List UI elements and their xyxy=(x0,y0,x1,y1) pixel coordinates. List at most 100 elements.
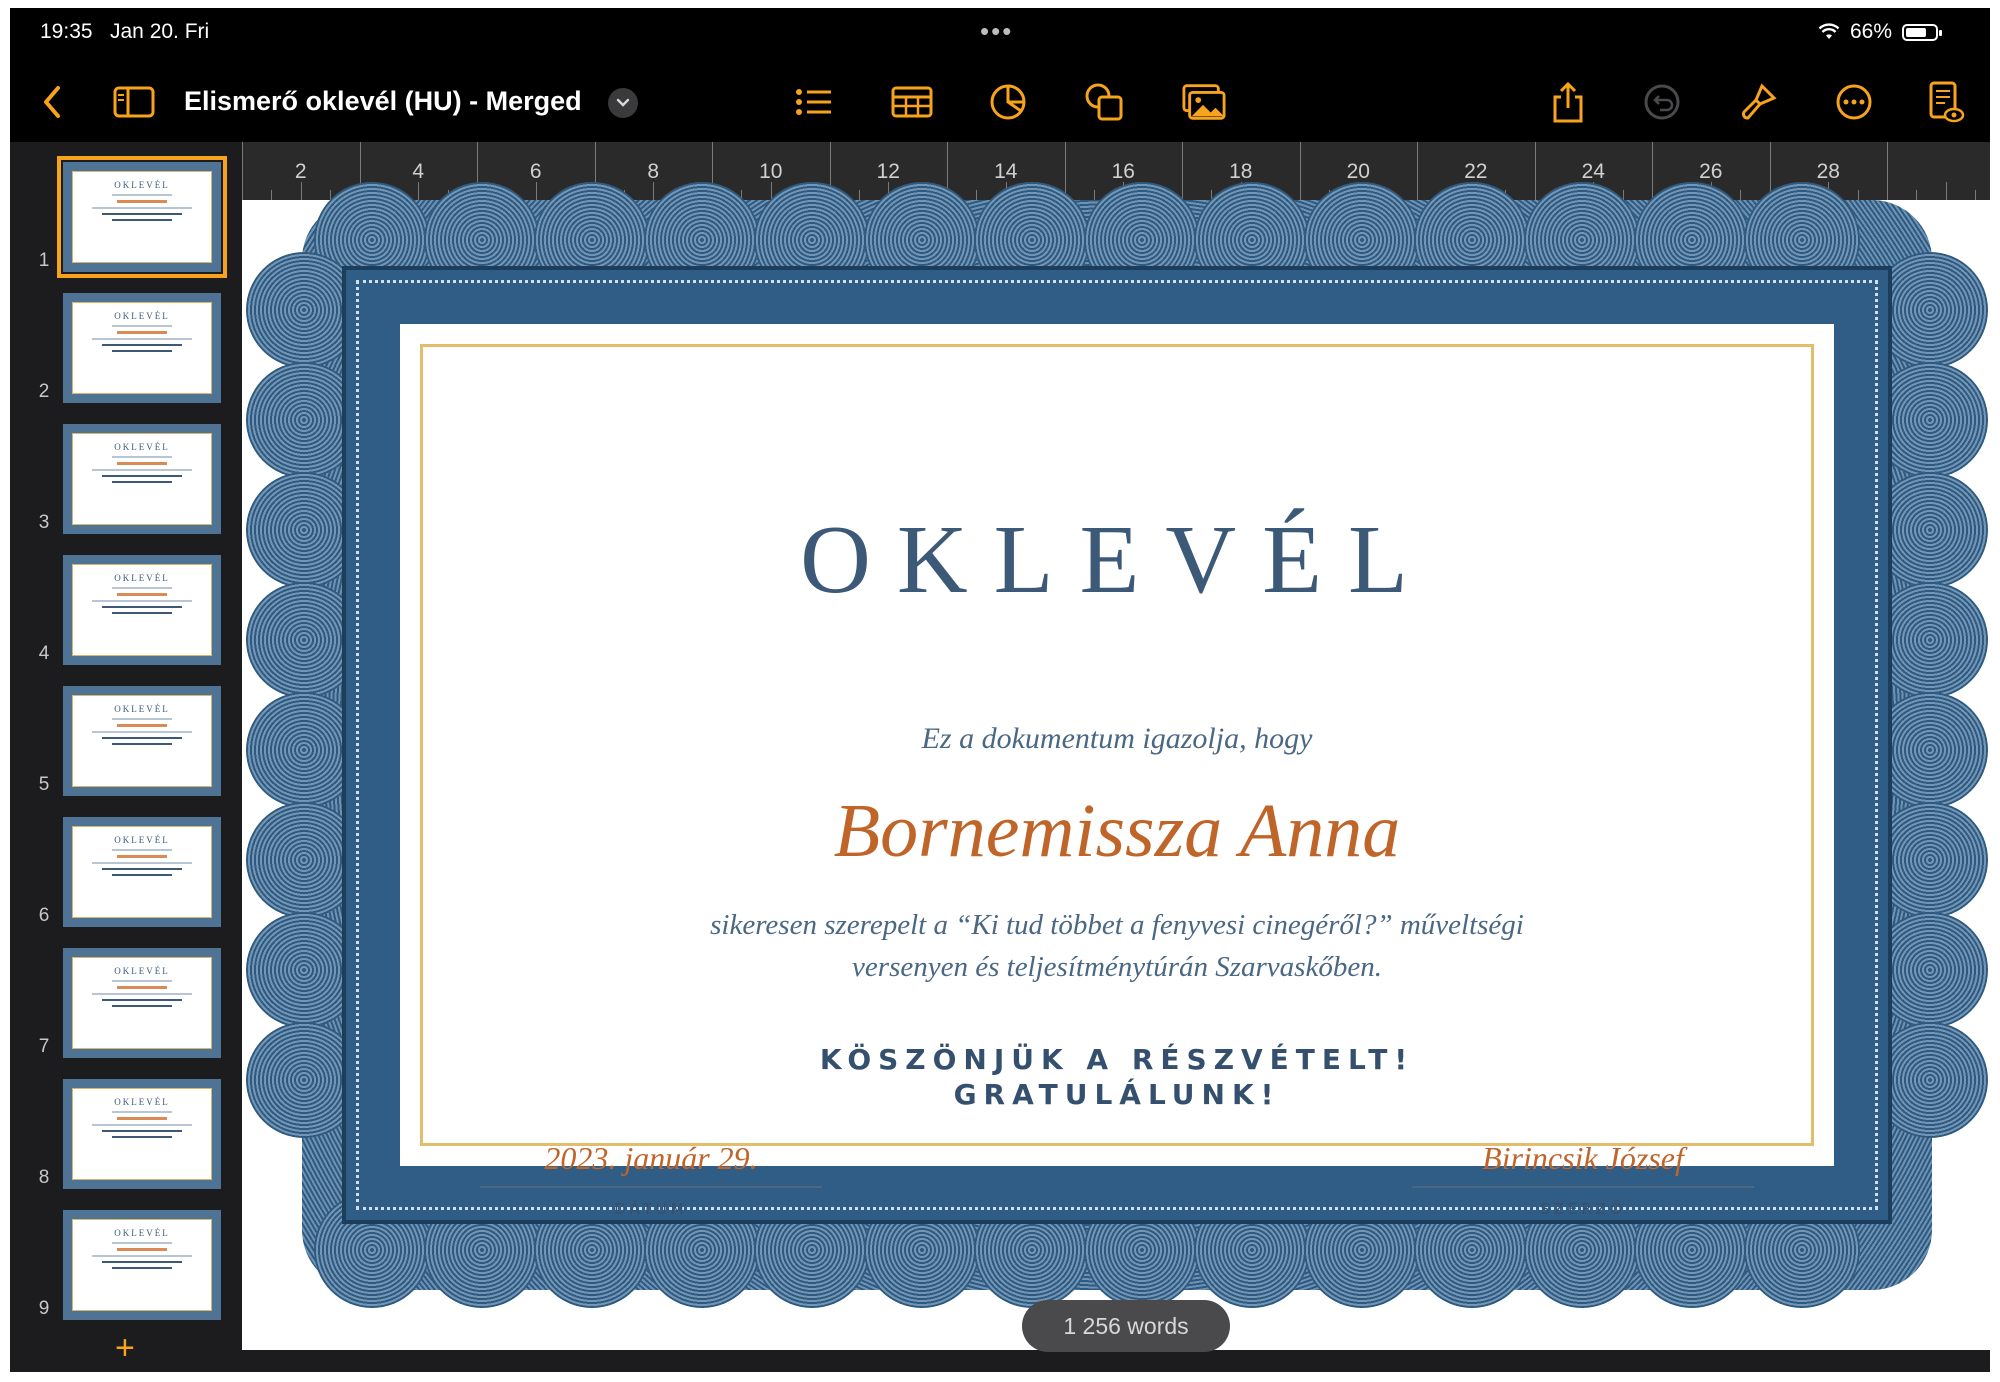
page-thumbnail[interactable]: OKLEVÉL xyxy=(57,156,227,278)
certificate-thanks[interactable]: KÖSZÖNJÜK A RÉSZVÉTELT! GRATULÁLUNK! xyxy=(400,1042,1834,1112)
page-thumbnail-row[interactable]: OKLEVÉL 3 xyxy=(10,424,242,536)
ruler-tick xyxy=(535,182,537,200)
ruler-label: 20 xyxy=(1346,160,1370,183)
thumbnail-text-line xyxy=(117,855,167,858)
page-thumbnail[interactable]: OKLEVÉL xyxy=(63,1210,221,1320)
ruler-label: 8 xyxy=(647,160,660,183)
page-thumbnail[interactable]: OKLEVÉL xyxy=(63,817,221,927)
shape-insert-icon[interactable] xyxy=(1082,80,1126,124)
certificate-intro[interactable]: Ez a dokumentum igazolja, hogy xyxy=(400,722,1834,756)
date-value: 2023. január 29. xyxy=(544,1140,758,1176)
thumbnail-text-line xyxy=(112,219,172,221)
date-line xyxy=(480,1186,822,1188)
thumbnail-text-line xyxy=(112,456,172,458)
thumbnail-text-line xyxy=(102,344,182,346)
certificate-title[interactable]: OKLEVÉL xyxy=(400,504,1834,616)
page-thumbnail[interactable]: OKLEVÉL xyxy=(63,948,221,1058)
page-number: 5 xyxy=(38,774,50,795)
battery-icon xyxy=(1902,23,1942,41)
thumbnail-text-line xyxy=(102,1261,182,1263)
thumbnail-text-line xyxy=(102,606,182,608)
body-line-1: sikeresen szerepelt a “Ki tud többet a f… xyxy=(710,909,1524,941)
date-signature-block[interactable]: 2023. január 29. DÁTUM xyxy=(480,1140,822,1218)
ruler-label: 6 xyxy=(529,160,542,183)
ruler-label: 4 xyxy=(412,160,425,183)
wifi-icon xyxy=(1818,23,1840,39)
thumbnail-text-line xyxy=(117,462,167,465)
thumbnail-title: OKLEVÉL xyxy=(114,1228,170,1238)
ruler-label: 2 xyxy=(294,160,307,183)
thumbnail-title: OKLEVÉL xyxy=(114,835,170,845)
add-page-icon[interactable]: + xyxy=(115,1329,135,1368)
page-thumbnail-row[interactable]: OKLEVÉL 4 xyxy=(10,555,242,667)
thumbnail-text-line xyxy=(112,587,172,589)
reading-view-icon[interactable] xyxy=(1924,80,1968,124)
ruler-tick xyxy=(1299,142,1301,200)
title-menu-chevron-icon[interactable] xyxy=(608,88,638,118)
thumbnail-text-line xyxy=(92,862,192,864)
table-insert-icon[interactable] xyxy=(890,80,934,124)
page-thumbnail-row[interactable]: OKLEVÉL 2 xyxy=(10,293,242,405)
thumbnail-text-line xyxy=(92,731,192,733)
document-title[interactable]: Elismerő oklevél (HU) - Merged xyxy=(184,86,582,117)
ruler-tick xyxy=(418,182,420,200)
page-thumbnail-row[interactable]: OKLEVÉL 6 xyxy=(10,817,242,929)
thumbnail-text-line xyxy=(102,737,182,739)
page-thumbnail-row[interactable]: OKLEVÉL 1 xyxy=(10,156,242,278)
page-number: 3 xyxy=(38,512,50,533)
page-thumbnail[interactable]: OKLEVÉL xyxy=(63,1079,221,1189)
thumbnail-text-line xyxy=(92,993,192,995)
ruler-tick xyxy=(1182,142,1183,200)
page-thumbnail[interactable]: OKLEVÉL xyxy=(63,686,221,796)
page-thumbnail[interactable]: OKLEVÉL xyxy=(63,555,221,665)
status-date: Jan 20. Fri xyxy=(110,20,210,43)
list-format-icon[interactable] xyxy=(792,80,836,124)
sidebar-toggle-icon[interactable] xyxy=(112,80,156,124)
page-thumbnail-row[interactable]: OKLEVÉL 9 xyxy=(10,1210,242,1322)
thumbnail-text-line xyxy=(117,1117,167,1120)
ruler-tick xyxy=(653,182,655,200)
undo-icon[interactable] xyxy=(1640,80,1684,124)
thumbnail-page: OKLEVÉL xyxy=(72,302,212,394)
ruler-tick xyxy=(1916,190,1918,200)
more-options-icon[interactable] xyxy=(1832,80,1876,124)
thumbnail-page: OKLEVÉL xyxy=(72,1088,212,1180)
thumbnail-page: OKLEVÉL xyxy=(72,695,212,787)
thumbnail-text-line xyxy=(92,600,192,602)
ruler-tick xyxy=(1857,190,1859,200)
author-signature-block[interactable]: Birincsik József SZERZŐ xyxy=(1412,1140,1754,1218)
word-count-badge[interactable]: 1 256 words xyxy=(1022,1300,1230,1352)
page-thumbnail[interactable]: OKLEVÉL xyxy=(63,424,221,534)
ruler-tick xyxy=(1975,190,1977,200)
ruler-label: 10 xyxy=(759,160,783,183)
thumbnail-page: OKLEVÉL xyxy=(72,957,212,1049)
document-canvas[interactable]: OKLEVÉL Ez a dokumentum igazolja, hogy B… xyxy=(242,182,1990,1350)
multitasking-dots-icon[interactable]: ••• xyxy=(980,16,1013,47)
status-right: 66% xyxy=(1818,20,1942,44)
battery-percent: 66% xyxy=(1849,20,1892,43)
media-insert-icon[interactable] xyxy=(1182,80,1226,124)
thumbnail-title: OKLEVÉL xyxy=(114,180,170,190)
recipient-name[interactable]: Bornemissza Anna xyxy=(400,788,1834,875)
ruler-tick xyxy=(858,190,860,200)
thumbnail-text-line xyxy=(102,868,182,870)
ruler-tick xyxy=(242,142,243,200)
thumbnail-text-line xyxy=(112,481,172,483)
thumbnail-text-line xyxy=(112,612,172,614)
certificate-body[interactable]: sikeresen szerepelt a “Ki tud többet a f… xyxy=(600,904,1634,988)
page-thumbnail-row[interactable]: OKLEVÉL 8 xyxy=(10,1079,242,1191)
back-chevron-icon[interactable] xyxy=(30,80,74,124)
chart-insert-icon[interactable] xyxy=(986,80,1030,124)
share-icon[interactable] xyxy=(1546,80,1590,124)
ruler-tick xyxy=(1652,142,1653,200)
format-brush-icon[interactable] xyxy=(1736,80,1780,124)
page-thumbnail-row[interactable]: OKLEVÉL 5 xyxy=(10,686,242,798)
page-thumbnail[interactable]: OKLEVÉL xyxy=(63,293,221,403)
thumbnail-text-line xyxy=(92,207,192,209)
body-line-2: versenyen és teljesítménytúrán Szarvaskő… xyxy=(852,951,1382,983)
ruler-tick xyxy=(1887,142,1888,200)
thumbnail-text-line xyxy=(92,1255,192,1257)
certificate-paper: OKLEVÉL Ez a dokumentum igazolja, hogy B… xyxy=(400,324,1834,1218)
ruler-label: 16 xyxy=(1111,160,1135,183)
page-thumbnail-row[interactable]: OKLEVÉL 7 xyxy=(10,948,242,1060)
